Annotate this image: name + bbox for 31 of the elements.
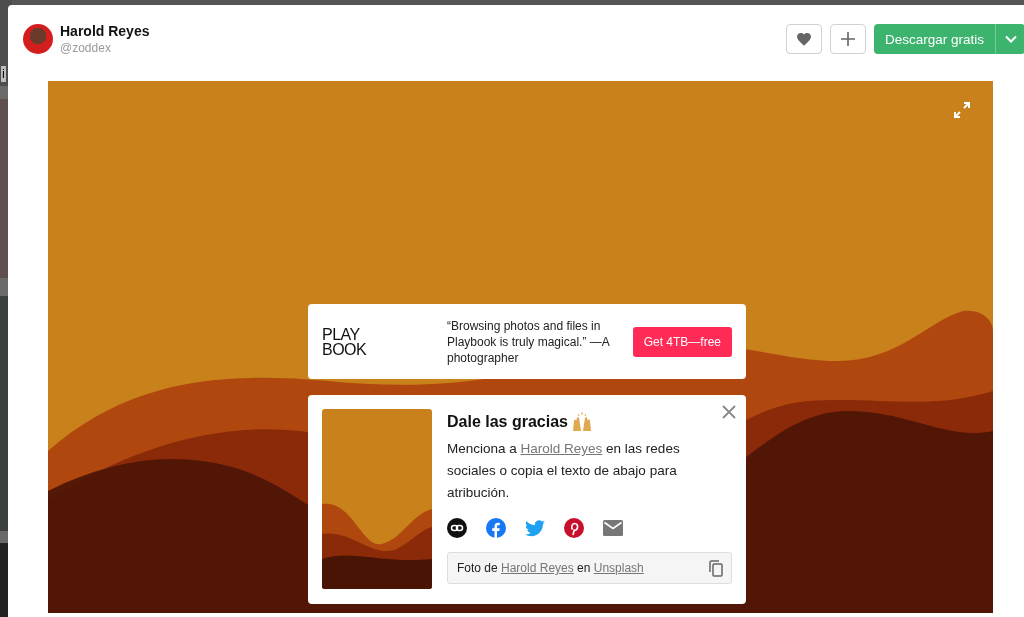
author-username[interactable]: @zoddex (60, 39, 150, 56)
avatar[interactable] (23, 24, 53, 54)
close-icon (722, 405, 736, 419)
author-link[interactable]: Harold Reyes (501, 561, 574, 575)
backdrop-text: i (1, 66, 6, 82)
bird-icon[interactable] (525, 519, 545, 537)
caret-icon (1004, 35, 1017, 43)
ad-cta-button[interactable]: Get 4TB—free (632, 326, 732, 357)
heart-icon (796, 32, 811, 46)
thanks-message: Menciona a Harold Reyes en las redes sociales o copia el texto de abajo para atribución. (447, 440, 681, 502)
close-button[interactable] (722, 405, 736, 419)
author-link[interactable]: Harold Reyes (520, 441, 603, 456)
attribution-text: Foto de Harold Reyes en Unsplash (457, 561, 644, 575)
copy-icon[interactable] (709, 559, 723, 577)
unsplash-link[interactable]: Unsplash (593, 561, 644, 575)
pinterest-icon[interactable] (564, 518, 584, 538)
plus-icon (840, 32, 855, 46)
download-options-button[interactable] (995, 24, 1024, 54)
author-name[interactable]: Harold Reyes (60, 22, 150, 40)
envelope-icon[interactable] (603, 520, 623, 536)
facebook-icon[interactable] (486, 518, 506, 538)
expand-icon (953, 101, 971, 119)
add-to-collection-button[interactable] (829, 24, 866, 54)
playbook-logo[interactable]: PLAY BOOK (322, 326, 447, 357)
expand-button[interactable] (953, 101, 971, 119)
ad-quote: “Browsing photos and files in Playbook is truly magical.” —A photographer (447, 317, 611, 366)
like-button[interactable] (785, 24, 822, 54)
link-icon[interactable] (447, 518, 467, 538)
thanks-title: Dale las gracias (447, 413, 568, 431)
raised-hands-icon (570, 412, 593, 432)
download-button[interactable]: Descargar gratis (873, 24, 995, 54)
